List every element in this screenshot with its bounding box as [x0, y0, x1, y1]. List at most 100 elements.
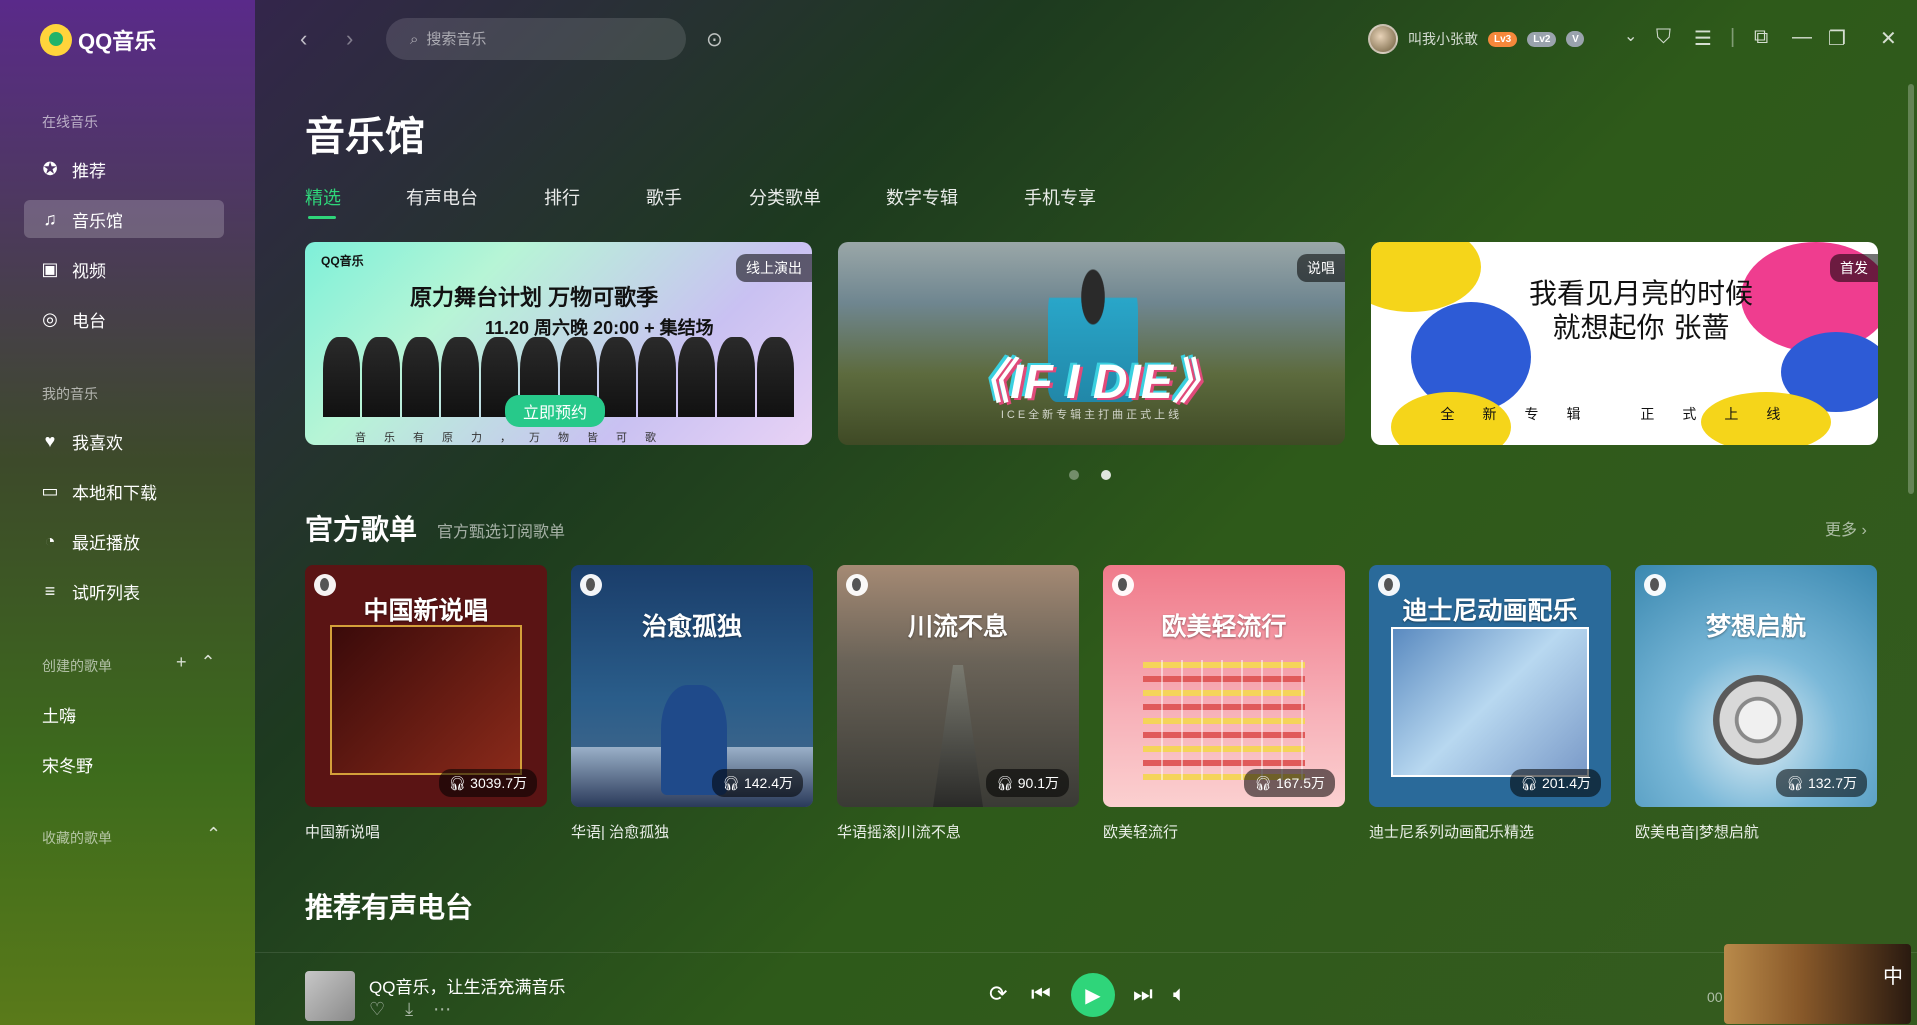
playlist-name[interactable]: 华语| 治愈孤独 — [571, 821, 813, 842]
forward-button[interactable]: › — [346, 26, 353, 52]
tab-digital-albums[interactable]: 数字专辑 — [886, 184, 958, 210]
playlist-name[interactable]: 中国新说唱 — [305, 821, 547, 842]
tab-singers[interactable]: 歌手 — [646, 184, 682, 210]
playlist-card[interactable]: 治愈孤独 🎧︎ 142.4万 华语| 治愈孤独 — [571, 565, 813, 842]
level-badge-lv2[interactable]: Lv2 — [1527, 31, 1557, 47]
avatar[interactable] — [1368, 24, 1398, 54]
next-icon[interactable]: ⏭ — [1133, 981, 1153, 1007]
level-badge-lv3[interactable]: Lv3 — [1488, 31, 1518, 47]
playlist-name[interactable]: 欧美轻流行 — [1103, 821, 1345, 842]
carousel-dot-active[interactable] — [1101, 470, 1111, 480]
username[interactable]: 叫我小张敢 — [1408, 29, 1478, 49]
back-button[interactable]: ‹ — [300, 26, 307, 52]
sidebar-item-music-hall[interactable]: ♫ 音乐馆 — [24, 200, 224, 238]
sidebar-item-video[interactable]: ▣ 视频 — [24, 250, 224, 288]
collapse-icon[interactable]: ⌃ — [206, 824, 221, 845]
carousel-dots — [1069, 470, 1111, 480]
playlist-card[interactable]: 欧美轻流行 🎧︎ 167.5万 欧美轻流行 — [1103, 565, 1345, 842]
download-icon[interactable]: ⤓ — [405, 999, 413, 1020]
like-icon[interactable]: ♡ — [369, 999, 385, 1020]
tab-audio-radio[interactable]: 有声电台 — [406, 184, 478, 210]
playlist-name[interactable]: 欧美电音|梦想启航 — [1635, 821, 1877, 842]
banner-title: 我看见月亮的时候 就想起你 张蔷 — [1528, 277, 1753, 344]
add-playlist-icon[interactable]: + — [176, 652, 187, 673]
volume-icon[interactable]: 🔈︎ — [1173, 981, 1186, 1007]
carousel-dot[interactable] — [1069, 470, 1079, 480]
playlist-item[interactable]: 土嗨 — [42, 702, 76, 727]
chevron-down-icon[interactable]: ⌄ — [1624, 26, 1637, 46]
repeat-icon[interactable]: ⟳ — [989, 981, 1007, 1007]
menu-icon[interactable]: ☰ — [1694, 26, 1712, 51]
cover-art — [1391, 627, 1589, 777]
now-playing-title[interactable]: QQ音乐，让生活充满音乐 — [369, 973, 565, 998]
tab-categories[interactable]: 分类歌单 — [749, 184, 821, 210]
more-link[interactable]: 更多 › — [1825, 516, 1867, 540]
playlist-cover[interactable]: 欧美轻流行 🎧︎ 167.5万 — [1103, 565, 1345, 807]
playlist-cover[interactable]: 梦想启航 🎧︎ 132.7万 — [1635, 565, 1877, 807]
banner-title: 原力舞台计划 万物可歌季 — [410, 285, 659, 310]
playlist-card[interactable]: 川流不息 🎧︎ 90.1万 华语摇滚|川流不息 — [837, 565, 1079, 842]
widget-label: 中 — [1883, 966, 1903, 988]
playlist-cover[interactable]: 中国新说唱 🎧︎ 3039.7万 — [305, 565, 547, 807]
sidebar-item-label: 推荐 — [72, 161, 106, 181]
vip-badge[interactable]: V — [1566, 31, 1585, 47]
cover-title: 治愈孤独 — [641, 613, 742, 641]
collapse-icon[interactable]: ⌃ — [201, 652, 216, 673]
logo-text: QQ音乐 — [78, 29, 157, 54]
play-count-value: 132.7万 — [1807, 775, 1857, 791]
banner-live-show[interactable]: QQ音乐 原力舞台计划 万物可歌季 11.20 周六晚 20:00 + 集结场 … — [305, 242, 812, 445]
playlist-cover[interactable]: 迪士尼动画配乐 🎧︎ 201.4万 — [1369, 565, 1611, 807]
playlist-name[interactable]: 迪士尼系列动画配乐精选 — [1369, 821, 1611, 842]
qq-music-logo[interactable]: QQ音乐 — [40, 24, 156, 56]
online-music-section-label: 在线音乐 — [42, 114, 98, 130]
search-input[interactable] — [426, 30, 647, 48]
sidebar-item-recent[interactable]: ◔ 最近播放 — [24, 522, 224, 560]
scrollbar[interactable] — [1908, 84, 1914, 494]
cover-title: 欧美轻流行 — [1161, 613, 1287, 641]
collected-playlists-section-label: 收藏的歌单 — [42, 830, 112, 846]
playlist-item[interactable]: 宋冬野 — [42, 752, 93, 777]
cover-title: 川流不息 — [907, 613, 1008, 641]
floating-lyrics-widget[interactable]: 中 — [1724, 944, 1911, 1024]
playlist-name[interactable]: 华语摇滚|川流不息 — [837, 821, 1079, 842]
banner-premiere[interactable]: 我看见月亮的时候 就想起你 张蔷 全新专辑 正式上线 首发 — [1371, 242, 1878, 445]
maximize-icon[interactable]: ❐ — [1828, 26, 1846, 51]
cover-art — [1143, 660, 1305, 780]
tab-mobile-exclusive[interactable]: 手机专享 — [1024, 184, 1096, 210]
mini-mode-icon[interactable]: ⧉ — [1754, 26, 1768, 49]
playlist-cover[interactable]: 治愈孤独 🎧︎ 142.4万 — [571, 565, 813, 807]
reserve-button[interactable]: 立即预约 — [505, 395, 606, 427]
close-icon[interactable]: ✕ — [1880, 26, 1897, 51]
heart-icon: ♥ — [44, 430, 56, 451]
headphones-icon: 🎧︎ — [1786, 775, 1805, 791]
sidebar-item-favorites[interactable]: ♥ 我喜欢 — [24, 422, 224, 460]
play-count-value: 90.1万 — [1017, 775, 1059, 791]
playlist-card[interactable]: 中国新说唱 🎧︎ 3039.7万 中国新说唱 — [305, 565, 547, 842]
voice-search-icon[interactable]: ⊙ — [706, 27, 723, 52]
playlist-card[interactable]: 梦想启航 🎧︎ 132.7万 欧美电音|梦想启航 — [1635, 565, 1877, 842]
minimize-icon[interactable]: — — [1792, 26, 1812, 49]
search-box[interactable]: ⌕ — [386, 18, 686, 60]
monitor-icon: ▭ — [41, 480, 59, 501]
play-count-value: 201.4万 — [1541, 775, 1591, 791]
previous-icon[interactable]: ⏮ — [1031, 981, 1051, 1007]
playlist-cover[interactable]: 川流不息 🎧︎ 90.1万 — [837, 565, 1079, 807]
qq-music-mark-icon — [1644, 574, 1666, 596]
more-icon[interactable]: ⋯ — [433, 999, 451, 1020]
sidebar-item-local-download[interactable]: ▭ 本地和下载 — [24, 472, 224, 510]
banner-tag: 线上演出 — [736, 254, 812, 282]
banner-tag: 首发 — [1830, 254, 1878, 282]
skin-icon[interactable]: ⛉ — [1656, 26, 1671, 49]
play-count-value: 167.5万 — [1275, 775, 1325, 791]
now-playing-cover[interactable] — [305, 971, 355, 1021]
cover-title: 迪士尼动画配乐 — [1402, 597, 1578, 625]
tab-charts[interactable]: 排行 — [544, 184, 580, 210]
radio-icon: ◎ — [42, 308, 58, 329]
sidebar-item-radio[interactable]: ◎ 电台 — [24, 300, 224, 338]
banner-rap[interactable]: 《IF I DIE》 ICE全新专辑主打曲正式上线 说唱 — [838, 242, 1345, 445]
sidebar-item-recommend[interactable]: ✪ 推荐 — [24, 150, 224, 188]
sidebar-item-trial-list[interactable]: ≡ 试听列表 — [24, 572, 224, 610]
playlist-card[interactable]: 迪士尼动画配乐 🎧︎ 201.4万 迪士尼系列动画配乐精选 — [1369, 565, 1611, 842]
tab-featured[interactable]: 精选 — [305, 184, 341, 210]
play-button[interactable]: ▶ — [1071, 973, 1115, 1017]
